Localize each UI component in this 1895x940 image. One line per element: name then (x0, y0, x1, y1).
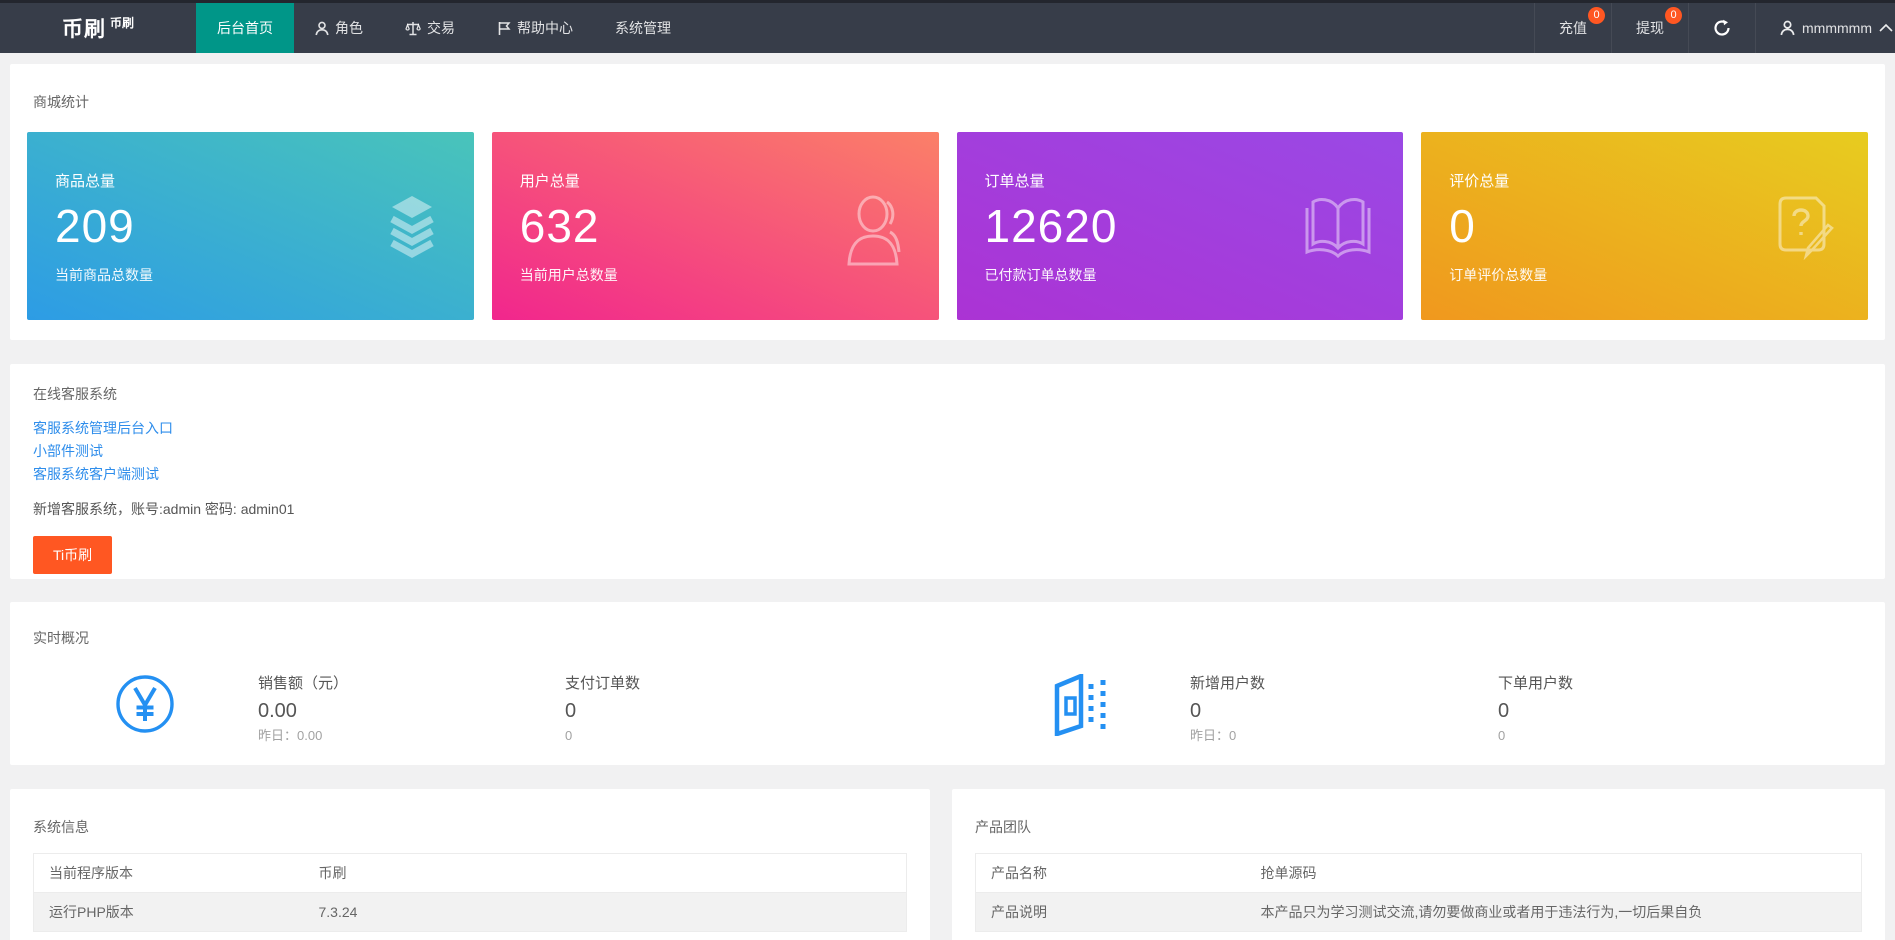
client-test-link[interactable]: 客服系统客户端测试 (33, 463, 1862, 486)
stat-card-label: 商品总量 (55, 170, 446, 191)
realtime-title: 实时概况 (33, 628, 1862, 648)
stat-sub: 0 (1498, 727, 1862, 745)
logo-text: 币刷 (62, 13, 106, 43)
person-icon (315, 21, 329, 36)
menu-item-roles[interactable]: 角色 (294, 3, 384, 53)
product-team-title: 产品团队 (975, 817, 1862, 837)
logo-sup-text: 币刷 (110, 14, 134, 31)
withdraw-button[interactable]: 提现 0 (1611, 3, 1688, 53)
stat-value: 0 (565, 699, 1053, 723)
menu-item-home[interactable]: 后台首页 (196, 3, 294, 53)
navbar-right: 充值 0 提现 0 mmmmmm (1534, 3, 1895, 53)
recharge-label: 充值 (1559, 18, 1587, 38)
stat-card-orders: 订单总量 12620 已付款订单总数量 (957, 132, 1404, 320)
widget-test-link[interactable]: 小部件测试 (33, 440, 1862, 463)
realtime-row: 销售额（元） 0.00 昨日：0.00 支付订单数 0 0 新增用户数 0 昨日… (33, 674, 1862, 745)
stat-card-sublabel: 订单评价总数量 (1449, 265, 1840, 285)
recharge-badge: 0 (1588, 7, 1605, 24)
user-icon (1780, 20, 1795, 36)
stat-card-label: 评价总量 (1449, 170, 1840, 191)
stat-label: 销售额（元） (258, 674, 565, 694)
app-logo[interactable]: 币刷 币刷 (0, 3, 196, 53)
row-value: 抢单源码 (1246, 854, 1862, 893)
stat-label: 支付订单数 (565, 674, 1053, 694)
product-team-panel: 产品团队 产品名称 抢单源码 产品说明 本产品只为学习测试交流,请勿要做商业或者… (952, 789, 1885, 940)
menu-item-label: 帮助中心 (517, 18, 573, 38)
refresh-icon (1713, 19, 1731, 37)
stat-sub: 昨日：0.00 (258, 727, 565, 745)
recharge-button[interactable]: 充值 0 (1534, 3, 1611, 53)
refresh-button[interactable] (1688, 3, 1755, 53)
system-info-title: 系统信息 (33, 817, 907, 837)
stat-label: 下单用户数 (1498, 674, 1862, 694)
system-info-table: 当前程序版本 币刷 运行PHP版本 7.3.24 (33, 853, 907, 932)
layers-icon (380, 194, 444, 265)
table-row: 产品名称 抢单源码 (976, 854, 1862, 893)
service-links: 客服系统管理后台入口 小部件测试 客服系统客户端测试 (33, 417, 1862, 486)
user-menu[interactable]: mmmmmm (1755, 3, 1895, 53)
stat-sub: 0 (565, 727, 1053, 745)
service-account-note: 新增客服系统，账号:admin 密码: admin01 (33, 499, 1862, 519)
stat-sub: 昨日：0 (1190, 727, 1498, 745)
menu-item-label: 系统管理 (615, 18, 671, 38)
online-service-panel: 在线客服系统 客服系统管理后台入口 小部件测试 客服系统客户端测试 新增客服系统… (10, 364, 1885, 579)
chevron-up-icon (1879, 23, 1893, 33)
main-menu: 后台首页 角色 交易 帮助中心 系统管理 (196, 3, 692, 53)
row-value: 币刷 (304, 854, 907, 893)
realtime-stat-order-users: 下单用户数 0 0 (1498, 674, 1862, 745)
row-value: 7.3.24 (304, 893, 907, 932)
online-service-title: 在线客服系统 (33, 384, 1862, 404)
ti-bishua-button[interactable]: Ti币刷 (33, 536, 112, 574)
stat-card-products: 商品总量 209 当前商品总数量 (27, 132, 474, 320)
top-navbar: 币刷 币刷 后台首页 角色 交易 帮助中心 系统管理 (0, 0, 1895, 53)
service-admin-link[interactable]: 客服系统管理后台入口 (33, 417, 1862, 440)
withdraw-label: 提现 (1636, 18, 1664, 38)
stat-card-reviews: 评价总量 0 订单评价总数量 (1421, 132, 1868, 320)
stat-value: 0.00 (258, 699, 565, 723)
realtime-stat-sales: 销售额（元） 0.00 昨日：0.00 (258, 674, 565, 745)
book-icon (1303, 194, 1373, 263)
product-team-table: 产品名称 抢单源码 产品说明 本产品只为学习测试交流,请勿要做商业或者用于违法行… (975, 853, 1862, 932)
flag-icon (497, 21, 511, 36)
row-key: 当前程序版本 (34, 854, 304, 893)
row-key: 产品名称 (976, 854, 1246, 893)
menu-item-trade[interactable]: 交易 (384, 3, 476, 53)
withdraw-badge: 0 (1665, 7, 1682, 24)
table-row: 运行PHP版本 7.3.24 (34, 893, 907, 932)
row-key: 产品说明 (976, 893, 1246, 932)
stat-card-label: 用户总量 (520, 170, 911, 191)
stat-card-label: 订单总量 (985, 170, 1376, 191)
realtime-panel: 实时概况 销售额（元） 0.00 昨日：0.00 支付订单数 0 0 新增用户数… (10, 602, 1885, 765)
stat-cards-row: 商品总量 209 当前商品总数量 用户总量 632 当前用户总数量 订单总量 1… (27, 132, 1868, 320)
stat-value: 0 (1498, 699, 1862, 723)
table-row: 当前程序版本 币刷 (34, 854, 907, 893)
menu-item-help-center[interactable]: 帮助中心 (476, 3, 594, 53)
users-icon (843, 194, 909, 271)
menu-item-label: 交易 (427, 18, 455, 38)
review-icon (1772, 194, 1838, 263)
row-key: 运行PHP版本 (34, 893, 304, 932)
stat-card-sublabel: 当前商品总数量 (55, 265, 446, 285)
realtime-stat-new-users: 新增用户数 0 昨日：0 (1190, 674, 1498, 745)
realtime-stat-paid-orders: 支付订单数 0 0 (565, 674, 1053, 745)
system-info-panel: 系统信息 当前程序版本 币刷 运行PHP版本 7.3.24 (10, 789, 930, 940)
stat-card-users: 用户总量 632 当前用户总数量 (492, 132, 939, 320)
username: mmmmmm (1802, 20, 1872, 36)
mall-stats-title: 商城统计 (27, 92, 1868, 112)
building-icon (1053, 674, 1110, 739)
menu-item-label: 角色 (335, 18, 363, 38)
mall-stats-panel: 商城统计 商品总量 209 当前商品总数量 用户总量 632 当前用户总数量 订… (10, 64, 1885, 340)
yen-circle-icon (115, 674, 175, 737)
bottom-panels-row: 系统信息 当前程序版本 币刷 运行PHP版本 7.3.24 产品团队 (10, 789, 1885, 940)
scales-icon (405, 21, 421, 36)
stat-label: 新增用户数 (1190, 674, 1498, 694)
menu-item-label: 后台首页 (217, 18, 273, 38)
table-row: 产品说明 本产品只为学习测试交流,请勿要做商业或者用于违法行为,一切后果自负 (976, 893, 1862, 932)
menu-item-system[interactable]: 系统管理 (594, 3, 692, 53)
stat-value: 0 (1190, 699, 1498, 723)
row-value: 本产品只为学习测试交流,请勿要做商业或者用于违法行为,一切后果自负 (1246, 893, 1862, 932)
stat-card-sublabel: 已付款订单总数量 (985, 265, 1376, 285)
